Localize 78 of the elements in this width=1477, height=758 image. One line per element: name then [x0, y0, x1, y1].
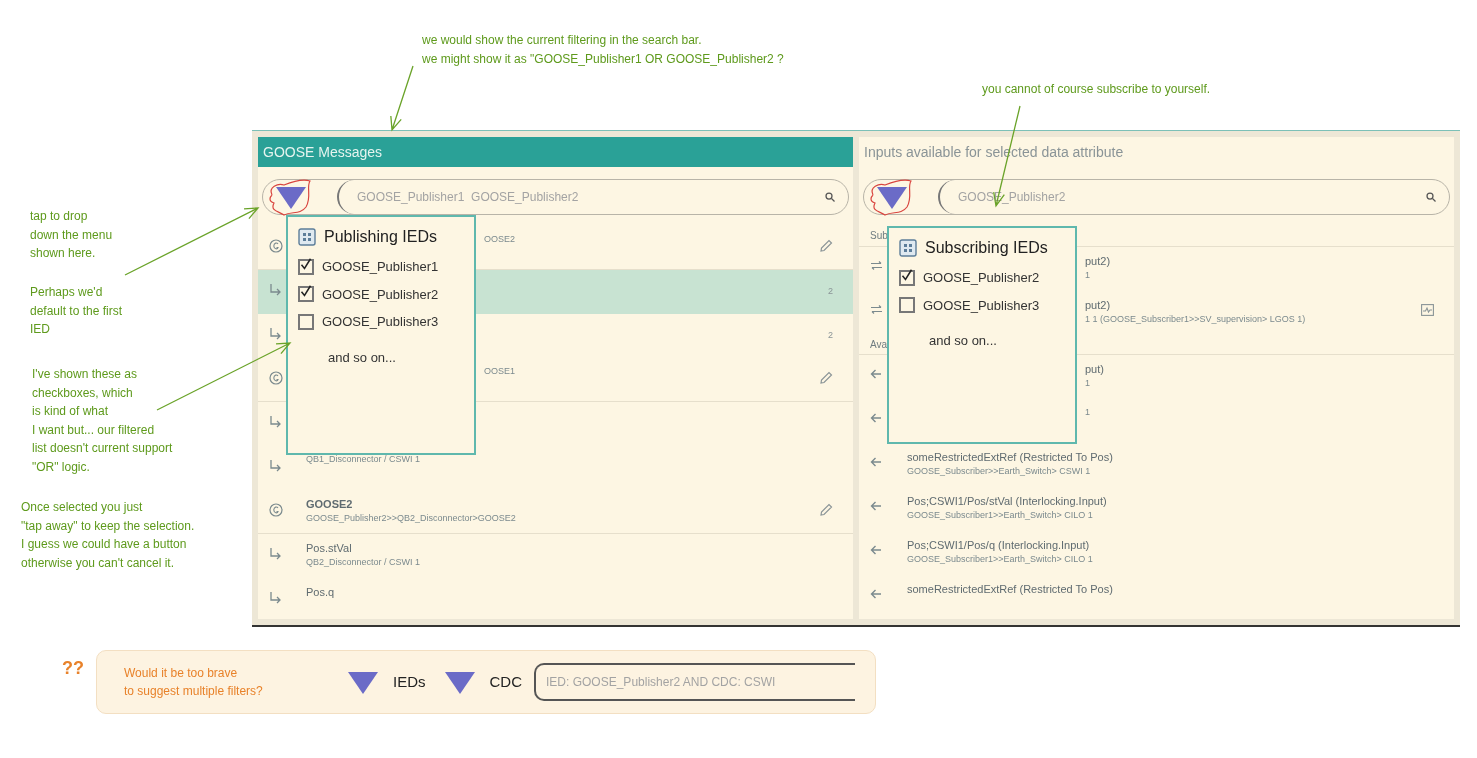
row-subtitle: GOOSE_Publisher2>>QB2_Disconnector>GOOSE2 — [306, 512, 517, 525]
circle-g-icon — [269, 503, 283, 517]
checkbox[interactable] — [298, 286, 314, 303]
left-arrow-icon — [870, 500, 882, 512]
left-arrow-icon — [870, 588, 882, 600]
more-label: and so on... — [928, 332, 998, 350]
search-value: IED: GOOSE_Publisher2 AND CDC: CSWI — [546, 674, 776, 691]
grid-icon — [899, 239, 917, 257]
left-arrow-icon — [870, 368, 882, 380]
option-label[interactable]: GOOSE_Publisher3 — [322, 312, 439, 332]
filter-label: CDC — [489, 671, 522, 692]
search-value: GOOSE_Publisher1 GOOSE_Publisher2 — [357, 188, 580, 206]
checkbox[interactable] — [298, 258, 314, 275]
row-subtitle: OOSE2 — [484, 233, 516, 246]
left-arrow-icon — [870, 544, 882, 556]
panel-title: GOOSE Messages — [263, 142, 383, 162]
suggestion-text: Would it be too brave to suggest multiple filters? — [124, 665, 264, 700]
subdirectory-arrow-icon — [269, 591, 282, 604]
row-count: 2 — [828, 329, 833, 342]
row-subtitle: 1 1 (GOOSE_Subscriber1>>SV_supervision> LGOS 1) — [1085, 312, 1307, 326]
subdirectory-arrow-icon — [269, 459, 282, 472]
row-title: GOOSE2 — [306, 497, 354, 512]
dropdown-title: Publishing IEDs — [324, 227, 437, 247]
row-title: Pos;CSWI1/Pos/stVal (Interlocking.Input) — [907, 494, 1108, 509]
row-title: put) — [1085, 362, 1105, 377]
section-header: Ava — [870, 337, 888, 352]
row-subtitle: GOOSE_Subscriber>>Earth_Switch> CSWI 1 — [907, 465, 1092, 478]
row-subtitle: GOOSE_Subscriber1>>Earth_Switch> CILO 1 — [907, 553, 1094, 566]
circle-g-icon — [269, 371, 283, 385]
row-count: 2 — [828, 285, 833, 298]
row-subtitle: OOSE1 — [484, 365, 516, 378]
checkbox[interactable] — [899, 297, 915, 314]
annotation-note: I've shown these as checkboxes, which is kind of what I want but... our filtered list doesn't current support "OR" logic. — [32, 366, 173, 476]
pencil-icon[interactable] — [820, 239, 833, 252]
more-label: and so on... — [327, 348, 397, 367]
row-subtitle: QB1_Disconnector / CSWI 1 — [306, 453, 422, 466]
left-arrow-icon — [870, 456, 882, 468]
annotation-note: you cannot of course subscribe to yourself. — [982, 81, 1211, 98]
filter-label: IEDs — [393, 671, 426, 692]
annotation-note: Once selected you just "tap away" to keep the selection. I guess we could have a button otherwise you can't cancel it. — [21, 499, 195, 572]
row-title: Pos.q — [306, 585, 336, 600]
swap-arrows-icon — [870, 303, 883, 315]
annotation-arrow — [390, 65, 414, 132]
row-subtitle: 1 — [1085, 268, 1091, 282]
option-label[interactable]: GOOSE_Publisher3 — [923, 295, 1040, 315]
row-subtitle: GOOSE_Subscriber1>>Earth_Switch> CILO 1 — [907, 509, 1094, 522]
section-header: Sub — [870, 229, 888, 244]
annotation-note: tap to drop down the menu shown here. — [30, 208, 113, 262]
left-arrow-icon — [870, 412, 882, 424]
annotation-note: we would show the current filtering in the search bar. we might show it as "GOOSE_Publisher1 OR GOOSE_Publisher2 ? — [422, 32, 784, 68]
row-title: put2) — [1085, 297, 1112, 313]
row-title: Pos.stVal — [306, 541, 353, 556]
subdirectory-arrow-icon — [269, 415, 282, 428]
grid-icon — [298, 228, 316, 246]
question-marks: ?? — [62, 657, 84, 680]
subdirectory-arrow-icon — [269, 283, 282, 296]
circle-g-icon — [269, 239, 283, 253]
swap-arrows-icon — [870, 259, 883, 271]
row-subtitle: 1 — [1085, 406, 1091, 419]
dropdown-title: Subscribing IEDs — [925, 238, 1048, 258]
row-subtitle: QB2_Disconnector / CSWI 1 — [306, 556, 422, 569]
row-title: someRestrictedExtRef (Restricted To Pos) — [907, 450, 1114, 465]
option-label[interactable]: GOOSE_Publisher2 — [322, 284, 439, 304]
row-title: Pos;CSWI1/Pos/q (Interlocking.Input) — [907, 538, 1091, 553]
search-icon — [824, 190, 836, 203]
subdirectory-arrow-icon — [269, 327, 282, 340]
pencil-icon[interactable] — [820, 371, 833, 384]
row-subtitle: 1 — [1085, 377, 1091, 390]
option-label[interactable]: GOOSE_Publisher2 — [923, 268, 1040, 288]
subdirectory-arrow-icon — [269, 547, 282, 560]
search-icon — [1425, 190, 1437, 203]
pencil-icon[interactable] — [820, 503, 833, 516]
checkbox[interactable] — [298, 313, 314, 330]
row-title: someRestrictedExtRef (Restricted To Pos) — [907, 582, 1114, 597]
chart-icon[interactable] — [1421, 303, 1434, 316]
row-title: put2) — [1085, 253, 1112, 269]
checkbox[interactable] — [899, 269, 915, 286]
annotation-note: Perhaps we'd default to the first IED — [30, 284, 123, 338]
